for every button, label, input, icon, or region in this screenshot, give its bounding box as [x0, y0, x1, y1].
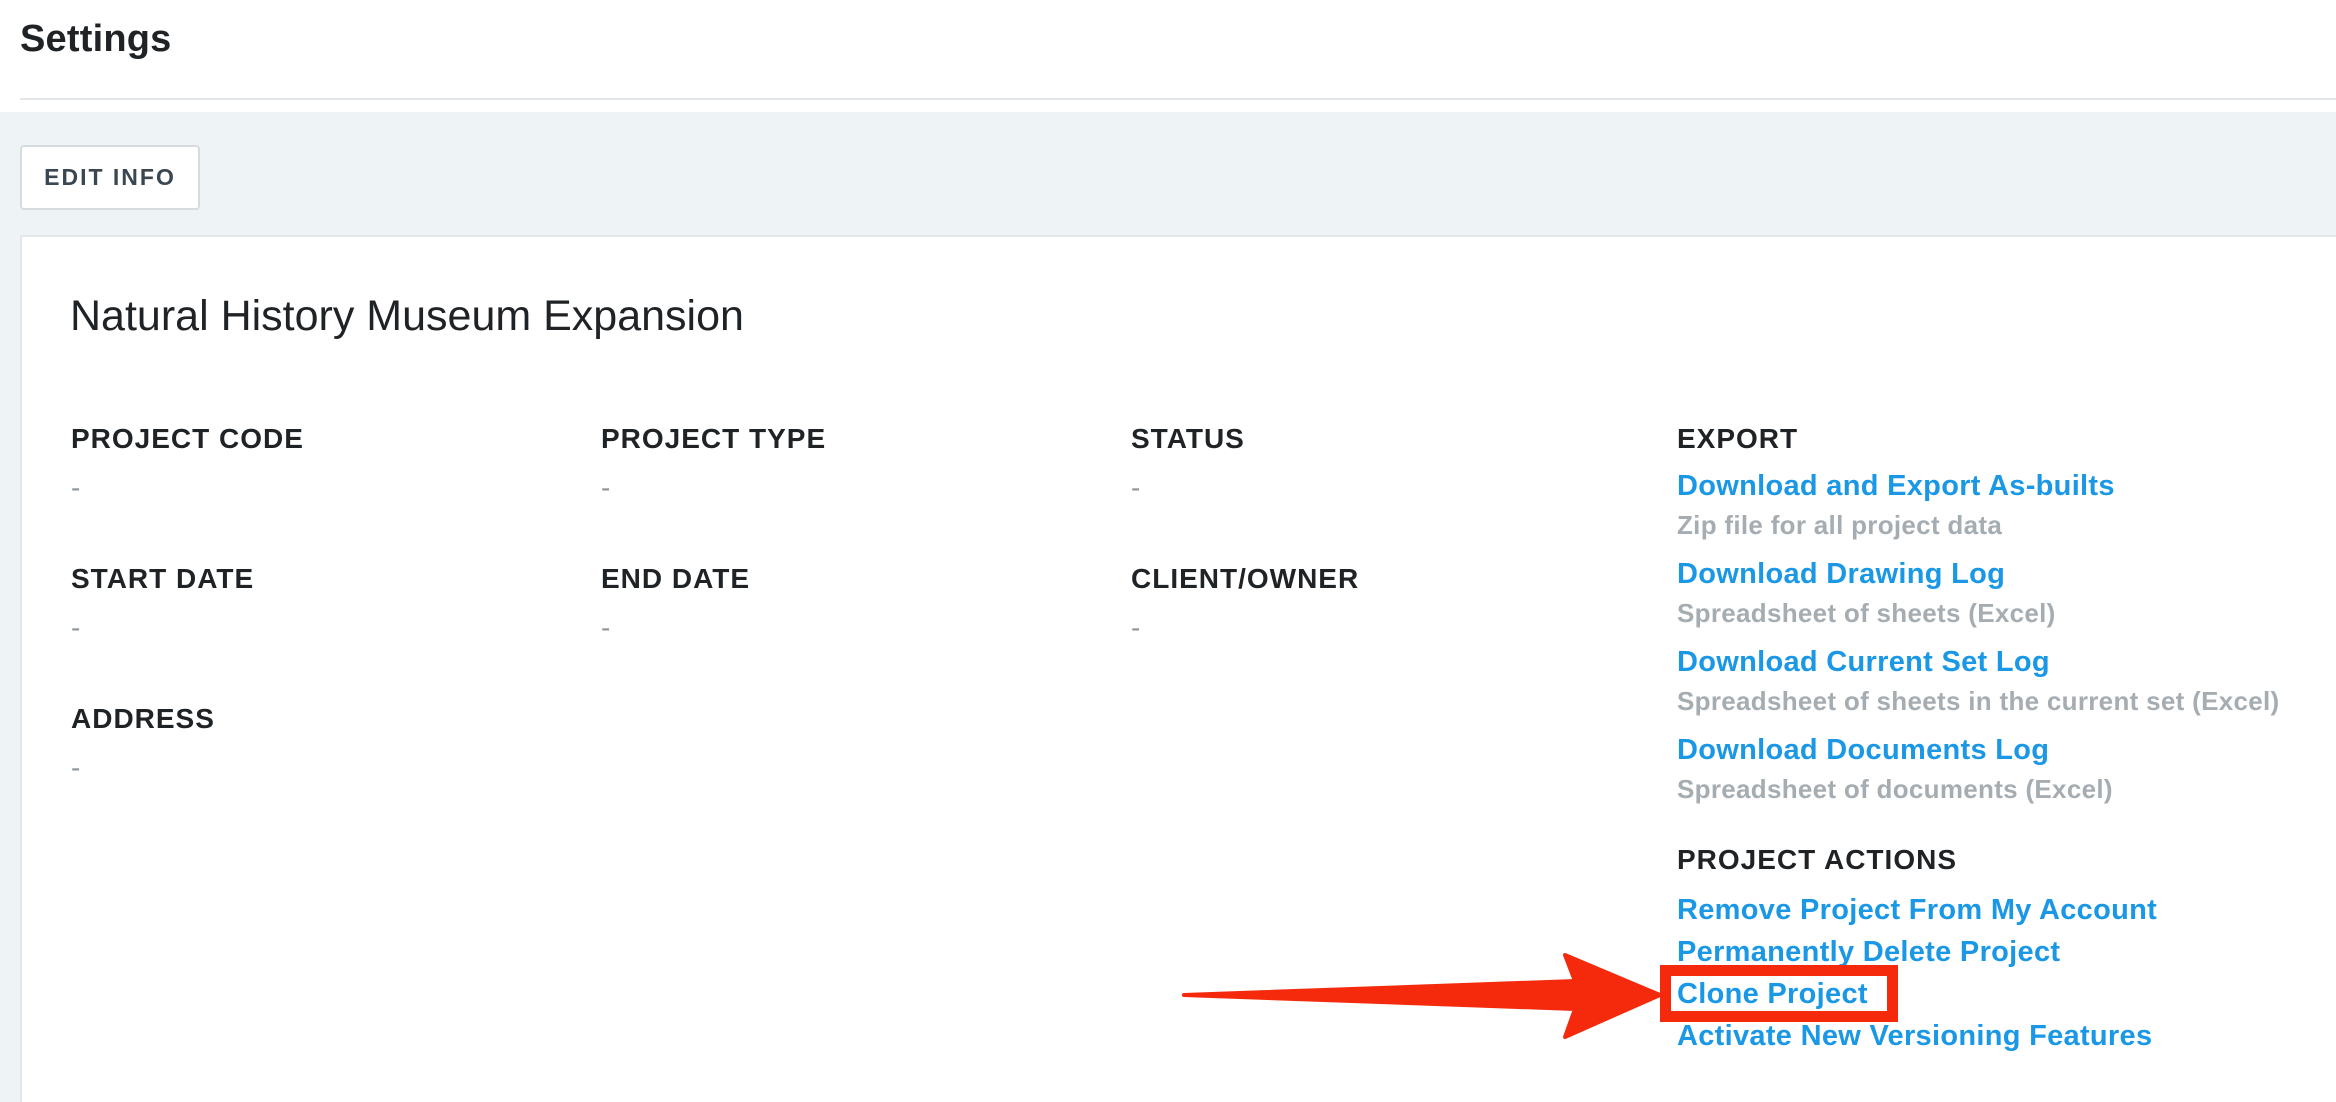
project-code-label: PROJECT CODE — [71, 423, 304, 454]
address-value: - — [71, 752, 81, 783]
export-heading: EXPORT — [1677, 423, 1799, 454]
project-type-label: PROJECT TYPE — [601, 423, 827, 454]
download-drawing-log-description: Spreadsheet of sheets (Excel) — [1677, 598, 2056, 628]
client-owner-label: CLIENT/OWNER — [1131, 563, 1360, 594]
project-type-value: - — [601, 472, 611, 503]
download-drawing-log-link[interactable]: Download Drawing Log — [1677, 558, 2005, 591]
activate-versioning-features-link[interactable]: Activate New Versioning Features — [1677, 1020, 2152, 1053]
end-date-label: END DATE — [601, 563, 751, 594]
download-export-as-builts-description: Zip file for all project data — [1677, 510, 2003, 540]
download-documents-log-description: Spreadsheet of documents (Excel) — [1677, 774, 2113, 804]
top-bar: Settings — [0, 0, 2336, 100]
project-actions-heading: PROJECT ACTIONS — [1677, 844, 1957, 875]
download-export-as-builts-link[interactable]: Download and Export As-builts — [1677, 470, 2115, 503]
download-documents-log-link[interactable]: Download Documents Log — [1677, 734, 2049, 767]
end-date-value: - — [601, 612, 611, 643]
annotation-arrow-icon — [1182, 953, 1662, 1039]
edit-info-button[interactable]: EDIT INFO — [20, 145, 200, 210]
remove-project-link[interactable]: Remove Project From My Account — [1677, 894, 2157, 927]
address-label: ADDRESS — [71, 703, 215, 734]
start-date-label: START DATE — [71, 563, 255, 594]
download-current-set-log-description: Spreadsheet of sheets in the current set… — [1677, 686, 2280, 716]
project-name: Natural History Museum Expansion — [70, 292, 744, 340]
download-current-set-log-link[interactable]: Download Current Set Log — [1677, 646, 2050, 679]
start-date-value: - — [71, 612, 81, 643]
client-owner-value: - — [1131, 612, 1141, 643]
page-title: Settings — [20, 18, 172, 60]
status-value: - — [1131, 472, 1141, 503]
status-label: STATUS — [1131, 423, 1245, 454]
clone-project-highlight-box — [1660, 965, 1898, 1022]
project-code-value: - — [71, 472, 81, 503]
header-divider — [20, 98, 2336, 100]
